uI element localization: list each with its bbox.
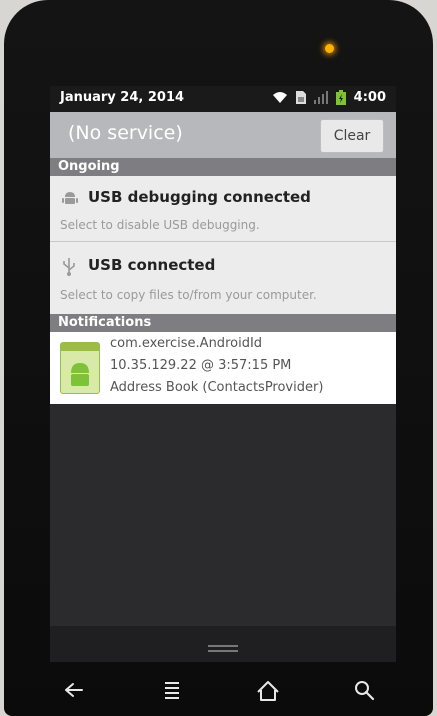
notification-source: Address Book (ContactsProvider) bbox=[110, 380, 324, 395]
screen: January 24, 2014 4:00 (No service) Clear… bbox=[50, 86, 396, 662]
sim-icon bbox=[295, 91, 306, 104]
android-app-icon bbox=[60, 342, 100, 394]
carrier-bar: (No service) Clear bbox=[50, 112, 396, 158]
wifi-icon bbox=[272, 91, 288, 104]
usb-debugging-notification[interactable]: USB debugging connected Select to disabl… bbox=[50, 176, 396, 242]
android-debug-icon bbox=[62, 190, 78, 210]
notification-detail: 10.35.129.22 @ 3:57:15 PM bbox=[110, 358, 292, 373]
status-bar: January 24, 2014 4:00 bbox=[50, 86, 396, 112]
signal-icon bbox=[313, 91, 328, 104]
ongoing-header: Ongoing bbox=[50, 158, 396, 176]
notification-led bbox=[325, 44, 334, 53]
battery-icon bbox=[335, 90, 346, 105]
status-date: January 24, 2014 bbox=[60, 90, 185, 105]
usb-connected-subtitle: Select to copy files to/from your comput… bbox=[60, 288, 317, 302]
app-notification[interactable]: com.exercise.AndroidId 10.35.129.22 @ 3:… bbox=[50, 332, 396, 404]
carrier-label: (No service) bbox=[68, 122, 183, 144]
notifications-header: Notifications bbox=[50, 314, 396, 332]
clear-button[interactable]: Clear bbox=[320, 119, 384, 153]
menu-icon[interactable] bbox=[152, 670, 192, 710]
usb-connected-title: USB connected bbox=[88, 256, 216, 274]
home-icon[interactable] bbox=[248, 670, 288, 710]
usb-debugging-subtitle: Select to disable USB debugging. bbox=[60, 218, 260, 232]
drag-handle-icon[interactable] bbox=[208, 638, 238, 652]
search-icon[interactable] bbox=[344, 670, 384, 710]
status-time: 4:00 bbox=[353, 90, 386, 105]
usb-debugging-title: USB debugging connected bbox=[88, 188, 311, 206]
navigation-bar bbox=[0, 670, 437, 716]
usb-icon bbox=[62, 258, 76, 280]
notification-app-name: com.exercise.AndroidId bbox=[110, 336, 263, 351]
shade-handle-bar[interactable] bbox=[50, 626, 396, 662]
usb-connected-notification[interactable]: USB connected Select to copy files to/fr… bbox=[50, 242, 396, 314]
back-icon[interactable] bbox=[54, 670, 94, 710]
